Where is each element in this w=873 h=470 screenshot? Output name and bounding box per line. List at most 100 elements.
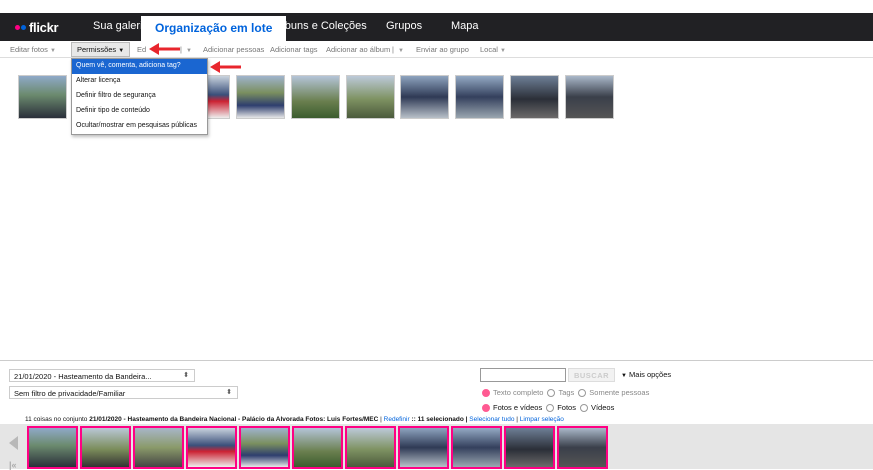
clear-selection-link[interactable]: Limpar seleção: [520, 416, 564, 423]
workspace-photo-thumbnail[interactable]: [346, 75, 395, 119]
menu-item-content-type[interactable]: Definir tipo de conteúdo: [72, 104, 207, 119]
radio-tags[interactable]: [547, 388, 556, 397]
triangle-left-icon[interactable]: [9, 436, 18, 450]
permissions-label: Permissões: [77, 45, 117, 54]
filmstrip-thumbnail[interactable]: [398, 426, 449, 469]
photo-image: [241, 428, 288, 467]
tab-albuns-colecoes[interactable]: Álbuns e Coleções: [275, 20, 367, 32]
annotation-arrow-icon: [210, 61, 241, 73]
redefine-link[interactable]: Redefinir: [384, 416, 410, 423]
chevron-down-icon: ▼: [118, 48, 125, 54]
workspace-photo-thumbnail[interactable]: [18, 75, 67, 119]
logo-blue-dot: [21, 24, 26, 30]
search-scope-radios: Texto completo Tags Somente pessoas: [478, 388, 649, 397]
radio-fotos-e-videos-label: Fotos e vídeos: [493, 403, 543, 412]
set-select-value: 21/01/2020 - Hasteamento da Bandeira...: [14, 372, 152, 381]
menu-item-safety-filter[interactable]: Definir filtro de segurança: [72, 89, 207, 104]
filmstrip-thumbnail[interactable]: [292, 426, 343, 469]
first-page-icon[interactable]: |«: [9, 460, 17, 470]
send-to-group-button[interactable]: Enviar ao grupo: [416, 45, 469, 54]
tab-grupos[interactable]: Grupos: [386, 20, 422, 32]
photo-image: [511, 76, 558, 118]
permissions-menu[interactable]: Permissões ▼: [71, 42, 131, 57]
photo-image: [29, 428, 76, 467]
photo-image: [19, 76, 66, 118]
photo-image: [347, 428, 394, 467]
add-to-album-button[interactable]: Adicionar ao álbum: [326, 45, 390, 54]
triangle-down-icon: ▼: [621, 373, 627, 379]
photo-image: [292, 76, 339, 118]
filmstrip-thumbnail[interactable]: [186, 426, 237, 469]
more-options-toggle[interactable]: ▼ Mais opções: [621, 370, 671, 379]
filmstrip-thumbnail[interactable]: [80, 426, 131, 469]
workspace-photo-thumbnail[interactable]: [400, 75, 449, 119]
edit-photos-label: Editar fotos: [10, 45, 48, 54]
select-all-link[interactable]: Selecionar tudo: [469, 416, 514, 423]
photo-image: [188, 428, 235, 467]
filmstrip-thumbnail[interactable]: [133, 426, 184, 469]
summary-set-name: 21/01/2020 - Hasteamento da Bandeira Nac…: [89, 416, 379, 423]
photo-image: [566, 76, 613, 118]
privacy-filter-select[interactable]: Sem filtro de privacidade/Familiar ⬍: [9, 386, 238, 399]
workspace-photo-thumbnail[interactable]: [565, 75, 614, 119]
photo-image: [401, 76, 448, 118]
menu-item-change-license[interactable]: Alterar licença: [72, 74, 207, 89]
workspace-photo-thumbnail[interactable]: [455, 75, 504, 119]
separator-caret: | ▼: [180, 45, 192, 54]
local-menu[interactable]: Local ▼: [480, 45, 506, 54]
workspace-photo-thumbnail[interactable]: [236, 75, 285, 119]
workspace-photo-thumbnail[interactable]: [510, 75, 559, 119]
filmstrip-thumbnail[interactable]: [557, 426, 608, 469]
chevron-down-icon: ▼: [49, 48, 56, 54]
edit-menu-partial[interactable]: Ed: [137, 45, 146, 54]
radio-fotos-e-videos[interactable]: [482, 403, 490, 412]
filmstrip-thumbnail[interactable]: [504, 426, 555, 469]
filmstrip-thumbnail[interactable]: [239, 426, 290, 469]
photo-picker-panel: 21/01/2020 - Hasteamento da Bandeira... …: [0, 360, 873, 470]
search-input[interactable]: [480, 368, 566, 382]
radio-videos[interactable]: [579, 403, 588, 412]
add-people-button[interactable]: Adicionar pessoas: [203, 45, 264, 54]
photo-image: [347, 76, 394, 118]
set-select[interactable]: 21/01/2020 - Hasteamento da Bandeira... …: [9, 369, 195, 382]
menu-item-hide-show-search[interactable]: Ocultar/mostrar em pesquisas públicas: [72, 119, 207, 134]
radio-texto-completo-label: Texto completo: [493, 388, 544, 397]
chevron-down-icon: ▼: [398, 48, 404, 54]
photo-image: [559, 428, 606, 467]
photo-image: [294, 428, 341, 467]
logo-text: flickr: [29, 19, 59, 35]
privacy-select-value: Sem filtro de privacidade/Familiar: [14, 389, 126, 398]
updown-chevron-icon: ⬍: [226, 389, 232, 396]
more-options-label: Mais opções: [629, 370, 672, 379]
permissions-dropdown: Quem vê, comenta, adiciona tag? Alterar …: [71, 58, 208, 135]
filmstrip-thumbnail[interactable]: [451, 426, 502, 469]
filmstrip-thumbnail[interactable]: [345, 426, 396, 469]
flickr-logo[interactable]: flickr: [15, 18, 59, 36]
photo-image: [456, 76, 503, 118]
annotation-arrow-icon: [149, 43, 180, 55]
filmstrip-thumbnail[interactable]: [27, 426, 78, 469]
media-type-radios: Fotos e vídeos Fotos Vídeos: [478, 403, 614, 412]
radio-texto-completo[interactable]: [482, 388, 490, 397]
add-tags-button[interactable]: Adicionar tags: [270, 45, 318, 54]
radio-tags-label: Tags: [558, 388, 575, 397]
radio-somente-pessoas-label: Somente pessoas: [589, 388, 650, 397]
workspace-photo-thumbnail[interactable]: [291, 75, 340, 119]
edit-photos-menu[interactable]: Editar fotos ▼: [10, 45, 56, 54]
menu-item-who-sees[interactable]: Quem vê, comenta, adiciona tag?: [72, 59, 207, 74]
tab-mapa[interactable]: Mapa: [451, 20, 479, 32]
summary-selected: :: 11 selecionado |: [411, 416, 468, 423]
search-button[interactable]: BUSCAR: [568, 368, 615, 382]
summary-count: 11 coisas no conjunto: [25, 416, 88, 423]
radio-somente-pessoas[interactable]: [578, 388, 587, 397]
batch-toolbar: Editar fotos ▼ Permissões ▼ Ed | ▼ Adicion…: [0, 41, 873, 58]
updown-chevron-icon: ⬍: [183, 372, 189, 379]
filmstrip: |«: [0, 424, 873, 470]
tab-organizacao-em-lote[interactable]: Organização em lote: [141, 16, 287, 41]
radio-fotos-label: Fotos: [557, 403, 576, 412]
radio-fotos[interactable]: [546, 403, 555, 412]
logo-pink-dot: [15, 24, 20, 30]
photo-image: [135, 428, 182, 467]
chevron-down-icon: ▼: [186, 48, 192, 54]
album-caret[interactable]: | ▼: [392, 45, 404, 54]
